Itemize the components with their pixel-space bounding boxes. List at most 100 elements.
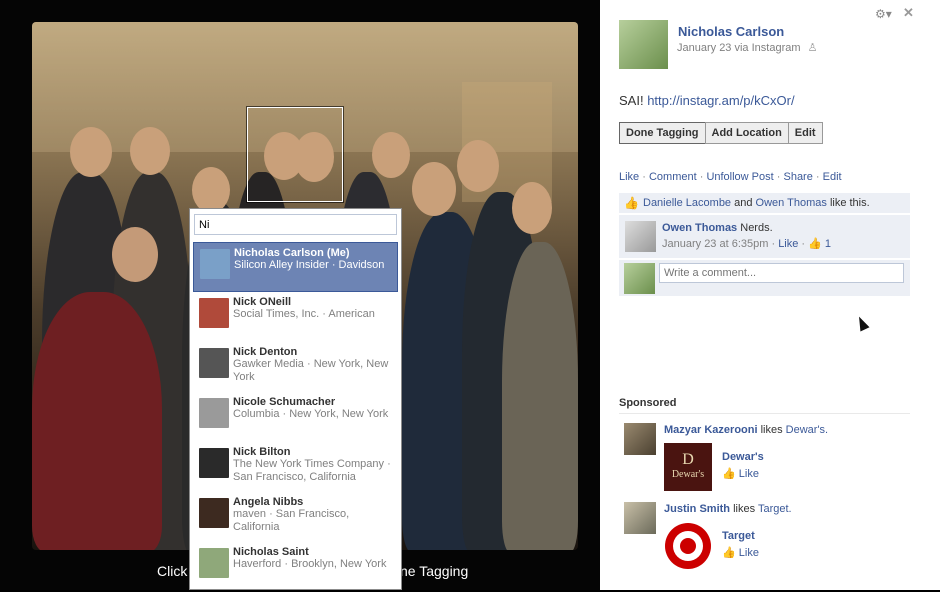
liker-link[interactable]: Danielle Lacombe bbox=[643, 197, 731, 209]
tag-result-avatar bbox=[199, 298, 229, 328]
photo-person-head bbox=[412, 162, 456, 216]
tag-selection-box[interactable] bbox=[247, 107, 343, 202]
unfollow-post-link[interactable]: Unfollow Post bbox=[706, 171, 773, 183]
post-sidebar: Nicholas Carlson January 23 via Instagra… bbox=[600, 0, 940, 590]
tag-result-item[interactable]: Nicholas Carlson (Me) Silicon Alley Insid… bbox=[193, 242, 398, 292]
likes-suffix: like this. bbox=[829, 197, 870, 209]
ad-like-button[interactable]: 👍 Like bbox=[722, 546, 759, 559]
write-comment-row bbox=[619, 260, 910, 296]
likes-bar: 👍 Danielle Lacombe and Owen Thomas like … bbox=[619, 193, 910, 213]
tag-result-subtitle: The New York Times Company · San Francis… bbox=[233, 458, 391, 483]
ad-page-link[interactable]: Dewar's. bbox=[786, 424, 828, 436]
comment-input[interactable] bbox=[659, 263, 904, 283]
tag-result-name: Nicholas Carlson (Me) bbox=[234, 247, 350, 259]
tag-result-name: Nick Denton bbox=[233, 346, 298, 358]
caption-text: SAI! bbox=[619, 93, 644, 108]
ad-page-link[interactable]: Target. bbox=[758, 503, 792, 515]
edit-button[interactable]: Edit bbox=[787, 122, 823, 144]
gear-icon[interactable]: ⚙▾ bbox=[875, 7, 892, 21]
comment-meta: January 23 at 6:35pm · Like · 👍 1 bbox=[662, 238, 832, 250]
ad-person-link[interactable]: Mazyar Kazerooni bbox=[664, 424, 758, 436]
photo-person-head bbox=[70, 127, 112, 177]
ad-like-label: Like bbox=[738, 547, 759, 559]
ad-social-line: Justin Smith likes Target. bbox=[664, 503, 792, 515]
ad-social-line: Mazyar Kazerooni likes Dewar's. bbox=[664, 424, 828, 436]
caption-link[interactable]: http://instagr.am/p/kCxOr/ bbox=[647, 93, 794, 108]
photo-person bbox=[502, 242, 578, 550]
ad-person-link[interactable]: Justin Smith bbox=[664, 503, 730, 515]
comment-link[interactable]: Comment bbox=[649, 171, 697, 183]
tag-result-item[interactable]: Nicole Schumacher Columbia · New York, Ne… bbox=[193, 392, 398, 442]
tag-result-name: Nick Bilton bbox=[233, 446, 291, 458]
tag-result-avatar bbox=[199, 548, 229, 578]
tag-result-avatar bbox=[199, 498, 229, 528]
dewars-logo[interactable]: D Dewar's bbox=[664, 443, 712, 491]
tag-search-input[interactable] bbox=[194, 214, 397, 235]
thumbs-up-icon: 👍 bbox=[808, 238, 822, 250]
tag-result-subtitle: Columbia · New York, New York bbox=[233, 408, 389, 420]
thumbs-up-icon: 👍 bbox=[722, 547, 736, 559]
comment-text: Nerds. bbox=[740, 222, 773, 234]
comment-author[interactable]: Owen Thomas bbox=[662, 222, 737, 234]
tag-result-name: Nick ONeill bbox=[233, 296, 292, 308]
target-bullseye-icon bbox=[665, 523, 711, 569]
share-link[interactable]: Share bbox=[783, 171, 812, 183]
ad-brand-link[interactable]: Dewar's bbox=[722, 451, 764, 463]
dewars-logo-text: Dewar's bbox=[671, 469, 705, 480]
tag-result-item[interactable]: Nicholas Saint Haverford · Brooklyn, New … bbox=[193, 542, 398, 592]
comment: Owen Thomas Nerds. January 23 at 6:35pm … bbox=[619, 215, 910, 258]
done-tagging-button[interactable]: Done Tagging bbox=[619, 122, 706, 144]
thumbs-up-icon: 👍 bbox=[722, 468, 736, 480]
close-icon[interactable]: ✕ bbox=[903, 5, 914, 21]
thumbs-up-icon: 👍 bbox=[624, 196, 639, 210]
photo-person-head bbox=[192, 167, 230, 213]
tag-result-name: Angela Nibbs bbox=[233, 496, 304, 508]
ad-person-avatar[interactable] bbox=[624, 423, 656, 455]
photo-person bbox=[32, 292, 162, 550]
photo-caption-left: Click bbox=[157, 563, 188, 579]
post-timestamp[interactable]: January 23 via Instagram bbox=[677, 42, 801, 54]
tag-result-avatar bbox=[199, 448, 229, 478]
likes-and: and bbox=[734, 197, 753, 209]
add-location-button[interactable]: Add Location bbox=[704, 122, 789, 144]
tag-result-item[interactable]: Nick Bilton The New York Times Company · … bbox=[193, 442, 398, 492]
post-action-buttons: Done Tagging Add Location Edit bbox=[619, 122, 823, 144]
tag-result-item[interactable]: Nick ONeill Social Times, Inc. · American bbox=[193, 292, 398, 342]
comment-like-count[interactable]: 1 bbox=[825, 238, 831, 250]
ad-verb: likes bbox=[733, 503, 756, 515]
ad-verb: likes bbox=[760, 424, 783, 436]
tag-result-avatar bbox=[200, 249, 230, 279]
tag-result-name: Nicole Schumacher bbox=[233, 396, 336, 408]
viewer-avatar bbox=[624, 263, 655, 294]
tag-result-item[interactable]: Nick Denton Gawker Media · New York, New … bbox=[193, 342, 398, 392]
friends-icon[interactable]: ♙ bbox=[808, 42, 818, 54]
tag-result-subtitle: Social Times, Inc. · American bbox=[233, 308, 375, 320]
comment-like-link[interactable]: Like bbox=[778, 238, 798, 250]
tag-result-item[interactable]: Angela Nibbs maven · San Francisco, Calif… bbox=[193, 492, 398, 542]
photo-person-head bbox=[372, 132, 410, 178]
photo-caption-right[interactable]: ne Tagging bbox=[400, 563, 468, 579]
edit-link[interactable]: Edit bbox=[823, 171, 842, 183]
tag-result-subtitle: Haverford · Brooklyn, New York bbox=[233, 558, 387, 570]
liker-link[interactable]: Owen Thomas bbox=[756, 197, 827, 209]
comment-time[interactable]: January 23 at 6:35pm bbox=[662, 238, 768, 250]
tag-result-name: Nicholas Saint bbox=[233, 546, 309, 558]
tag-typeahead: Nicholas Carlson (Me)Silicon Alley Insid… bbox=[189, 208, 402, 590]
target-logo[interactable] bbox=[664, 522, 712, 570]
ad-person-avatar[interactable] bbox=[624, 502, 656, 534]
like-link[interactable]: Like bbox=[619, 171, 639, 183]
post-caption: SAI! http://instagr.am/p/kCxOr/ bbox=[619, 93, 795, 108]
ad-brand-link[interactable]: Target bbox=[722, 530, 755, 542]
owner-name[interactable]: Nicholas Carlson bbox=[678, 24, 784, 39]
tag-result-subtitle: Silicon Alley Insider · Davidson bbox=[234, 259, 385, 271]
owner-avatar[interactable] bbox=[619, 20, 668, 69]
photo-person-head bbox=[457, 140, 499, 192]
ad-like-button[interactable]: 👍 Like bbox=[722, 467, 759, 480]
ad-like-label: Like bbox=[738, 468, 759, 480]
post-links: Like · Comment · Unfollow Post · Share ·… bbox=[619, 171, 842, 183]
tag-result-subtitle: maven · San Francisco, California bbox=[233, 508, 350, 533]
comment-avatar[interactable] bbox=[625, 221, 656, 252]
photo-person-head bbox=[112, 227, 158, 282]
post-meta: January 23 via Instagram ♙ bbox=[677, 41, 817, 54]
tag-result-avatar bbox=[199, 348, 229, 378]
